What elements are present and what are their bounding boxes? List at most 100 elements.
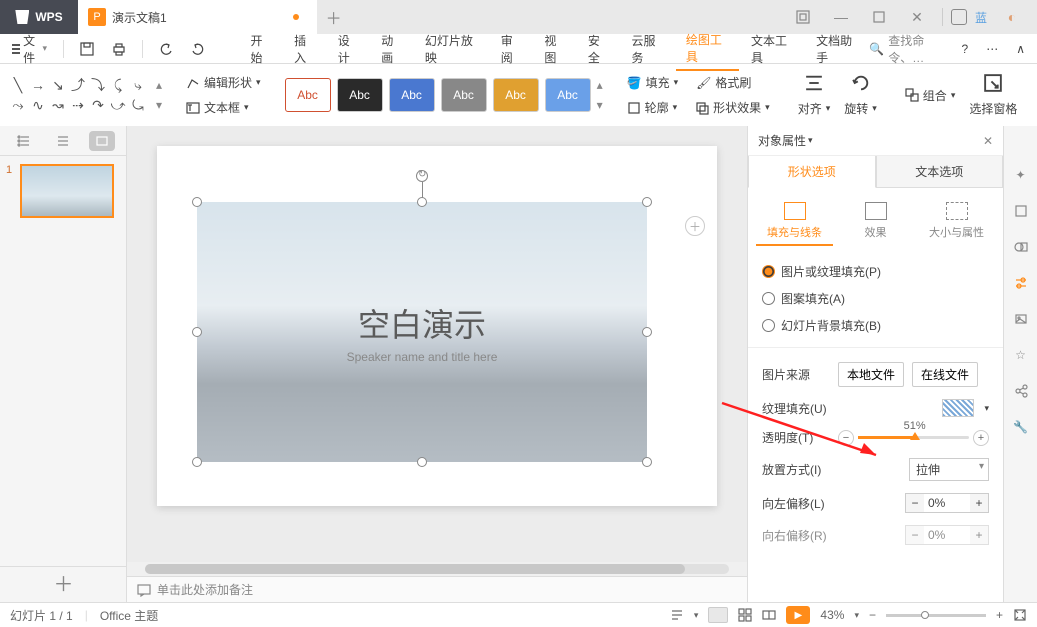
texture-picker[interactable]	[942, 399, 974, 417]
radio-picture-fill[interactable]: 图片或纹理填充(P)	[762, 258, 989, 285]
align-button[interactable]: 对齐▾	[794, 98, 835, 119]
horizontal-scrollbar[interactable]	[127, 562, 747, 576]
redo-button[interactable]	[185, 39, 211, 59]
opacity-minus[interactable]: −	[838, 430, 854, 446]
normal-view-button[interactable]	[708, 607, 728, 623]
offset-right-spinner[interactable]: −0%+	[905, 525, 989, 545]
sorter-view-button[interactable]	[738, 608, 752, 622]
save-button[interactable]	[74, 39, 100, 59]
tab-text-tools[interactable]: 文本工具	[741, 28, 804, 70]
rail-tools-icon[interactable]: 🔧	[1012, 418, 1030, 436]
fit-window-button[interactable]	[1013, 608, 1027, 622]
outline-view-tab[interactable]	[11, 131, 37, 151]
close-panel-button[interactable]: ✕	[983, 134, 993, 148]
style-1[interactable]: Abc	[285, 78, 331, 112]
reading-view-button[interactable]	[762, 608, 776, 622]
notes-bar[interactable]: 单击此处添加备注	[127, 576, 747, 602]
thumbnail-view-tab[interactable]	[89, 131, 115, 151]
undo-button[interactable]	[153, 39, 179, 59]
resize-handle-tl[interactable]	[192, 197, 202, 207]
style-3[interactable]: Abc	[389, 78, 435, 112]
outline-button[interactable]: 轮廓▾	[623, 97, 682, 118]
slide-thumbnail-1[interactable]: 1	[6, 164, 120, 218]
radio-slidebg-fill[interactable]: 幻灯片背景填充(B)	[762, 312, 989, 339]
combine-button[interactable]: 组合▾	[901, 85, 960, 106]
collapse-ribbon[interactable]: ∧	[1010, 39, 1031, 59]
textbox-button[interactable]: 文本框▾	[182, 97, 265, 118]
notification-icon[interactable]	[951, 9, 967, 25]
shape-styles[interactable]: Abc Abc Abc Abc Abc Abc	[285, 78, 591, 112]
slideshow-button[interactable]: ▶	[786, 606, 810, 624]
command-search[interactable]: 🔍查找命令、…	[869, 32, 949, 66]
effects-subtab[interactable]: 效果	[837, 198, 914, 246]
tab-drawing-tools[interactable]: 绘图工具	[676, 27, 739, 71]
rail-magic-icon[interactable]: ✦	[1012, 166, 1030, 184]
rail-properties-icon[interactable]	[1012, 274, 1030, 292]
format-painter-button[interactable]: 🖌格式刷	[692, 72, 755, 93]
fill-button[interactable]: 🪣填充▾	[623, 72, 683, 93]
tab-animation[interactable]: 动画	[371, 28, 413, 70]
resize-handle-mr[interactable]	[642, 327, 652, 337]
rail-favorite-icon[interactable]: ☆	[1012, 346, 1030, 364]
notes-toggle-icon[interactable]	[670, 608, 684, 622]
resize-handle-tr[interactable]	[642, 197, 652, 207]
zoom-in[interactable]: +	[996, 608, 1003, 622]
style-4[interactable]: Abc	[441, 78, 487, 112]
tab-security[interactable]: 安全	[578, 28, 620, 70]
zoom-slider[interactable]	[886, 614, 986, 617]
user-label[interactable]: 蓝	[971, 9, 991, 26]
fit-select[interactable]: 拉伸	[909, 458, 989, 481]
print-button[interactable]	[106, 39, 132, 59]
rail-template-icon[interactable]	[1012, 202, 1030, 220]
tab-view[interactable]: 视图	[534, 28, 576, 70]
selected-shape[interactable]: 空白演示 Speaker name and title here	[197, 202, 647, 462]
resize-handle-bm[interactable]	[417, 457, 427, 467]
resize-handle-tm[interactable]	[417, 197, 427, 207]
menu-icon	[12, 44, 20, 54]
zoom-out[interactable]: −	[869, 608, 876, 622]
radio-pattern-fill[interactable]: 图案填充(A)	[762, 285, 989, 312]
text-options-tab[interactable]: 文本选项	[876, 156, 1004, 188]
opacity-plus[interactable]: +	[973, 430, 989, 446]
more-menu[interactable]: ⋯	[980, 39, 1004, 59]
shape-options-tab[interactable]: 形状选项	[748, 156, 876, 188]
tab-doc-helper[interactable]: 文档助手	[806, 28, 869, 70]
style-2[interactable]: Abc	[337, 78, 383, 112]
shape-effects-button[interactable]: 形状效果▾	[691, 97, 774, 118]
tab-design[interactable]: 设计	[328, 28, 370, 70]
close-button[interactable]: ✕	[900, 2, 934, 32]
file-menu[interactable]: 文件▾	[6, 29, 53, 69]
shape-gallery[interactable]: ╲→↘⤴⤵⤹⤷ ⤳∿↝⇢↷⤻⤿	[6, 73, 150, 117]
slide-add-icon[interactable]: ＋	[685, 216, 705, 236]
style-6[interactable]: Abc	[545, 78, 591, 112]
rotate-handle[interactable]	[416, 170, 428, 182]
fill-line-subtab[interactable]: 填充与线条	[756, 198, 833, 246]
edit-shape-button[interactable]: 编辑形状▾	[182, 72, 265, 93]
offset-left-spinner[interactable]: −0%+	[905, 493, 989, 513]
document-tab[interactable]: P 演示文稿1	[78, 0, 317, 34]
size-props-subtab[interactable]: 大小与属性	[918, 198, 995, 246]
tab-slideshow[interactable]: 幻灯片放映	[415, 28, 489, 70]
style-5[interactable]: Abc	[493, 78, 539, 112]
tab-review[interactable]: 审阅	[491, 28, 533, 70]
user-avatar-icon[interactable]: ◐	[995, 2, 1029, 32]
add-slide-button[interactable]: ＋	[0, 566, 127, 598]
fill-icon	[784, 202, 806, 220]
tab-cloud[interactable]: 云服务	[622, 28, 674, 70]
rail-shape-icon[interactable]	[1012, 238, 1030, 256]
rail-gallery-icon[interactable]	[1012, 310, 1030, 328]
rail-share-icon[interactable]	[1012, 382, 1030, 400]
src-label: 图片来源	[762, 366, 830, 383]
selection-pane-button[interactable]: 选择窗格	[965, 98, 1021, 119]
rotate-button[interactable]: 旋转▾	[840, 98, 881, 119]
resize-handle-ml[interactable]	[192, 327, 202, 337]
slide-canvas[interactable]: 空白演示 Speaker name and title here ＋	[157, 146, 717, 506]
resize-handle-bl[interactable]	[192, 457, 202, 467]
resize-handle-br[interactable]	[642, 457, 652, 467]
help-button[interactable]: ?	[956, 39, 975, 59]
online-file-button[interactable]: 在线文件	[912, 362, 978, 387]
opacity-slider[interactable]: 51%	[858, 436, 969, 439]
local-file-button[interactable]: 本地文件	[838, 362, 904, 387]
list-view-tab[interactable]	[50, 131, 76, 151]
thumb-number: 1	[6, 164, 16, 218]
